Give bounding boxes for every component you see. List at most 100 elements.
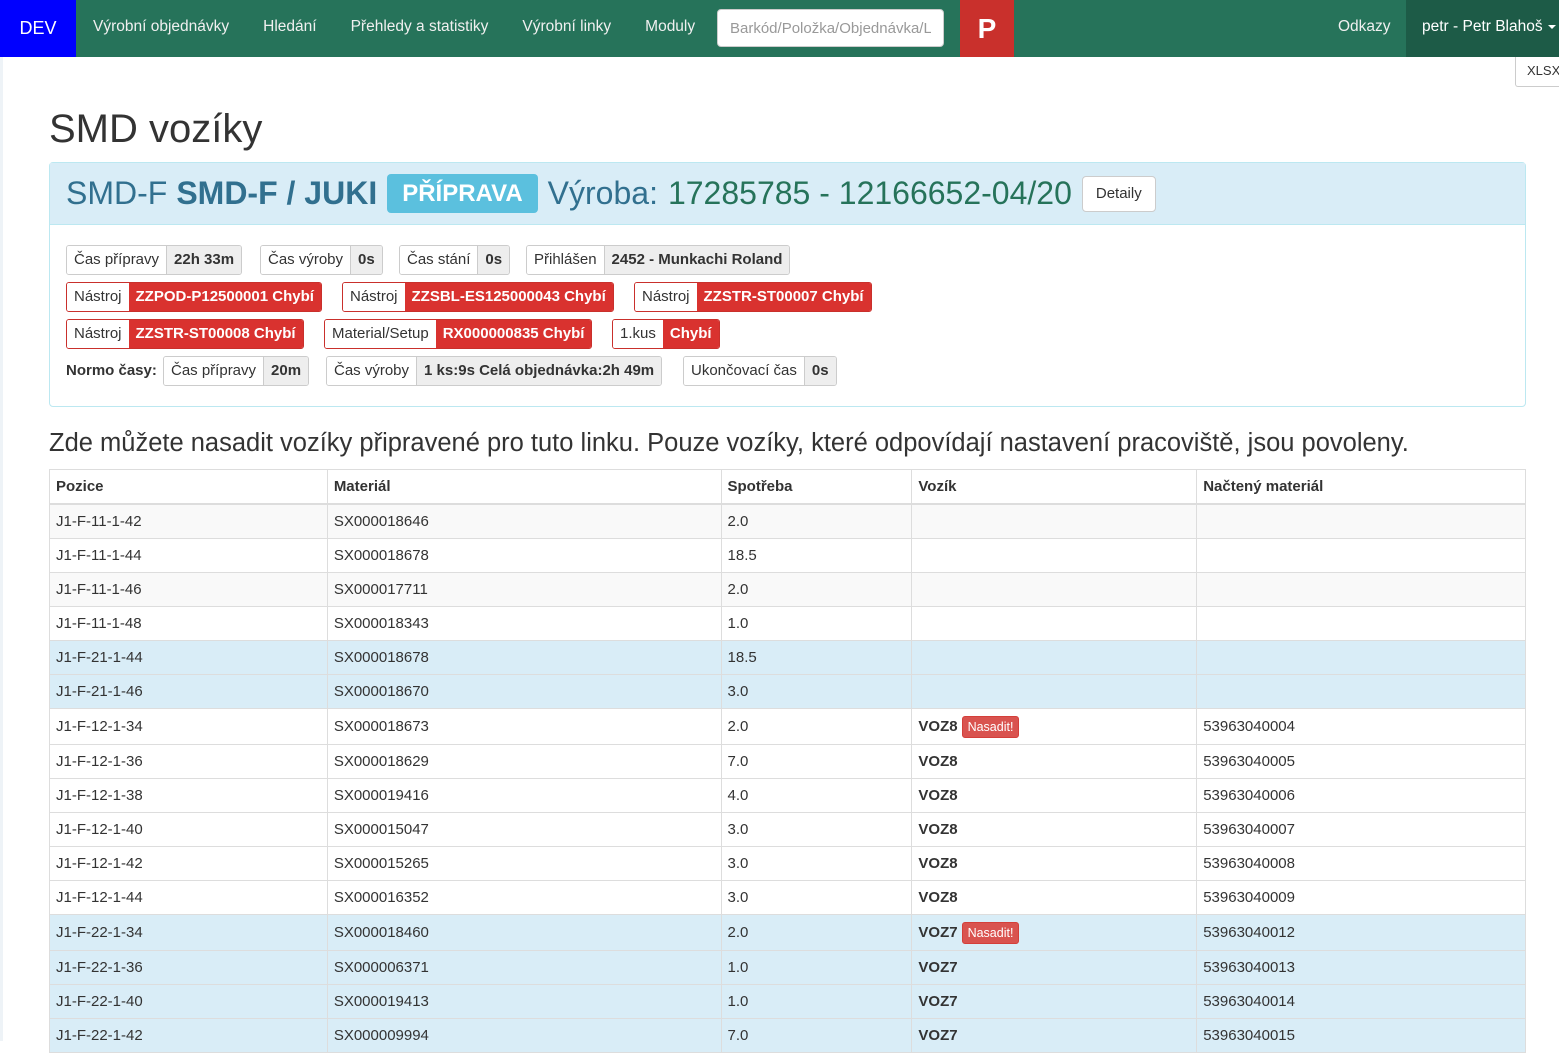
- col-spotreba[interactable]: Spotřeba: [720, 469, 913, 505]
- chip-key: Nástroj: [343, 283, 405, 311]
- vozik-id: VOZ7: [918, 959, 958, 976]
- chip-key: 1.kus: [613, 320, 663, 348]
- table-row: J1-F-11-1-42 SX000018646 2.0: [49, 503, 1526, 539]
- chip-value: RX000000835 Chybí: [435, 320, 592, 348]
- p-button[interactable]: P: [960, 0, 1014, 57]
- cell-nacteny-material: [1196, 503, 1526, 539]
- cell-nacteny-material: [1196, 640, 1526, 675]
- cell-material: SX000017711: [326, 572, 722, 607]
- chip-value: ZZSTR-ST00007 Chybí: [696, 283, 871, 311]
- page-title: SMD vozíky: [49, 107, 263, 151]
- cell-vozik: [911, 674, 1198, 709]
- chip-first-piece-missing: 1.kus Chybí: [612, 319, 720, 349]
- col-nacteny-material[interactable]: Načtený materiál: [1196, 469, 1526, 505]
- table-row: J1-F-11-1-46 SX000017711 2.0: [49, 572, 1526, 607]
- nav-item-moduly[interactable]: Moduly: [628, 0, 712, 57]
- cell-material: SX000009994: [326, 1018, 722, 1053]
- normo-times-label: Normo časy:: [66, 362, 157, 379]
- chip-key: Čas přípravy: [67, 246, 167, 274]
- vozik-id: VOZ8: [918, 821, 958, 838]
- chip-nastroj-missing: Nástroj ZZPOD-P12500001 Chybí: [66, 282, 322, 312]
- chip-value: 0s: [477, 246, 510, 274]
- details-button[interactable]: Detaily: [1081, 175, 1156, 212]
- chip-key: Čas přípravy: [164, 357, 264, 385]
- state-badge: PŘÍPRAVA: [387, 174, 538, 213]
- cell-vozik: VOZ8: [911, 744, 1198, 779]
- cell-vozik: VOZ7 Nasadit!: [911, 914, 1198, 951]
- env-badge[interactable]: DEV: [0, 0, 76, 57]
- cell-spotreba: 3.0: [720, 812, 913, 847]
- vozik-id: VOZ7: [918, 923, 958, 941]
- nav-item-vyrobni-objednavky[interactable]: Výrobní objednávky: [76, 0, 246, 57]
- chip-cas-stani: Čas stání 0s: [399, 245, 511, 275]
- panel-heading: SMD-F SMD-F / JUKI PŘÍPRAVA Výroba: 1728…: [50, 163, 1525, 225]
- cell-nacteny-material: [1196, 606, 1526, 641]
- chip-nastroj-missing: Nástroj ZZSBL-ES125000043 Chybí: [342, 282, 614, 312]
- nasadit-button[interactable]: Nasadit!: [961, 715, 1020, 738]
- chip-material-setup-missing: Material/Setup RX000000835 Chybí: [324, 319, 593, 349]
- vyroba-value: 17285785 - 12166652-04/20: [667, 175, 1072, 211]
- nav-item-hledani[interactable]: Hledání: [246, 0, 333, 57]
- xlsx-export-button[interactable]: XLSX: [1515, 57, 1559, 87]
- chip-key: Nástroj: [635, 283, 697, 311]
- cell-vozik: VOZ7: [911, 984, 1198, 1019]
- cell-spotreba: 4.0: [720, 778, 913, 813]
- line-name: SMD-F / JUKI: [176, 175, 378, 211]
- chip-nastroj-missing: Nástroj ZZSTR-ST00007 Chybí: [634, 282, 872, 312]
- nav-item-vyrobni-linky[interactable]: Výrobní linky: [505, 0, 628, 57]
- col-material[interactable]: Materiál: [326, 469, 722, 505]
- left-edge-strip: [0, 57, 3, 1041]
- cell-vozik: VOZ8: [911, 812, 1198, 847]
- trolley-table: Pozice Materiál Spotřeba Vozík Načtený m…: [49, 469, 1526, 1053]
- chip-prihlasen: Přihlášen 2452 - Munkachi Roland: [526, 245, 791, 275]
- vozik-id: VOZ8: [918, 889, 958, 906]
- vyroba-label: Výroba:: [547, 175, 658, 211]
- cell-pozice: J1-F-21-1-44: [49, 640, 328, 675]
- cell-spotreba: 7.0: [720, 744, 913, 779]
- cell-nacteny-material: 53963040008: [1196, 846, 1526, 881]
- chip-key: Ukončovací čas: [684, 357, 804, 385]
- vozik-id: VOZ8: [918, 717, 958, 735]
- cell-pozice: J1-F-22-1-34: [49, 914, 328, 951]
- cell-vozik: VOZ7: [911, 1018, 1198, 1053]
- chip-key: Přihlášen: [527, 246, 604, 274]
- cell-spotreba: 2.0: [720, 708, 913, 745]
- cell-material: SX000018670: [326, 674, 722, 709]
- table-row: J1-F-21-1-44 SX000018678 18.5: [49, 640, 1526, 675]
- table-row: J1-F-21-1-46 SX000018670 3.0: [49, 674, 1526, 709]
- table-row: J1-F-11-1-48 SX000018343 1.0: [49, 606, 1526, 641]
- top-navbar: DEV Výrobní objednávky Hledání Přehledy …: [0, 0, 1559, 57]
- cell-vozik: [911, 640, 1198, 675]
- nav-item-prehledy[interactable]: Přehledy a statistiky: [334, 0, 506, 57]
- chip-nastroj-missing: Nástroj ZZSTR-ST00008 Chybí: [66, 319, 304, 349]
- table-header-row: Pozice Materiál Spotřeba Vozík Načtený m…: [49, 469, 1526, 505]
- chip-ukoncovaci-cas: Ukončovací čas 0s: [683, 356, 837, 386]
- chip-key: Čas výroby: [327, 357, 417, 385]
- cell-vozik: VOZ8: [911, 778, 1198, 813]
- table-row: J1-F-22-1-40 SX000019413 1.0 VOZ7 5396304001…: [49, 984, 1526, 1019]
- cell-vozik: VOZ7: [911, 950, 1198, 985]
- line-status-panel: SMD-F SMD-F / JUKI PŘÍPRAVA Výroba: 1728…: [49, 162, 1526, 407]
- vozik-id: VOZ8: [918, 855, 958, 872]
- table-row: J1-F-11-1-44 SX000018678 18.5: [49, 538, 1526, 573]
- cell-pozice: J1-F-11-1-46: [49, 572, 328, 607]
- chip-value: 1 ks:9s Celá objednávka:2h 49m: [416, 357, 662, 385]
- cell-material: SX000016352: [326, 880, 722, 915]
- cell-nacteny-material: 53963040015: [1196, 1018, 1526, 1053]
- cell-spotreba: 3.0: [720, 880, 913, 915]
- cell-material: SX000018646: [326, 503, 722, 539]
- col-pozice[interactable]: Pozice: [49, 469, 328, 505]
- cell-spotreba: 1.0: [720, 606, 913, 641]
- cell-spotreba: 18.5: [720, 538, 913, 573]
- chip-cas-vyroby: Čas výroby 0s: [260, 245, 383, 275]
- chip-normo-cas-pripravy: Čas přípravy 20m: [163, 356, 310, 386]
- chip-key: Nástroj: [67, 283, 129, 311]
- nav-item-odkazy[interactable]: Odkazy: [1322, 0, 1407, 57]
- barcode-search-input[interactable]: [717, 9, 944, 47]
- cell-pozice: J1-F-22-1-42: [49, 1018, 328, 1053]
- nasadit-button[interactable]: Nasadit!: [961, 921, 1020, 944]
- user-menu[interactable]: petr - Petr Blahoš: [1406, 0, 1559, 57]
- cell-pozice: J1-F-12-1-44: [49, 880, 328, 915]
- cell-pozice: J1-F-22-1-40: [49, 984, 328, 1019]
- col-vozik[interactable]: Vozík: [911, 469, 1198, 505]
